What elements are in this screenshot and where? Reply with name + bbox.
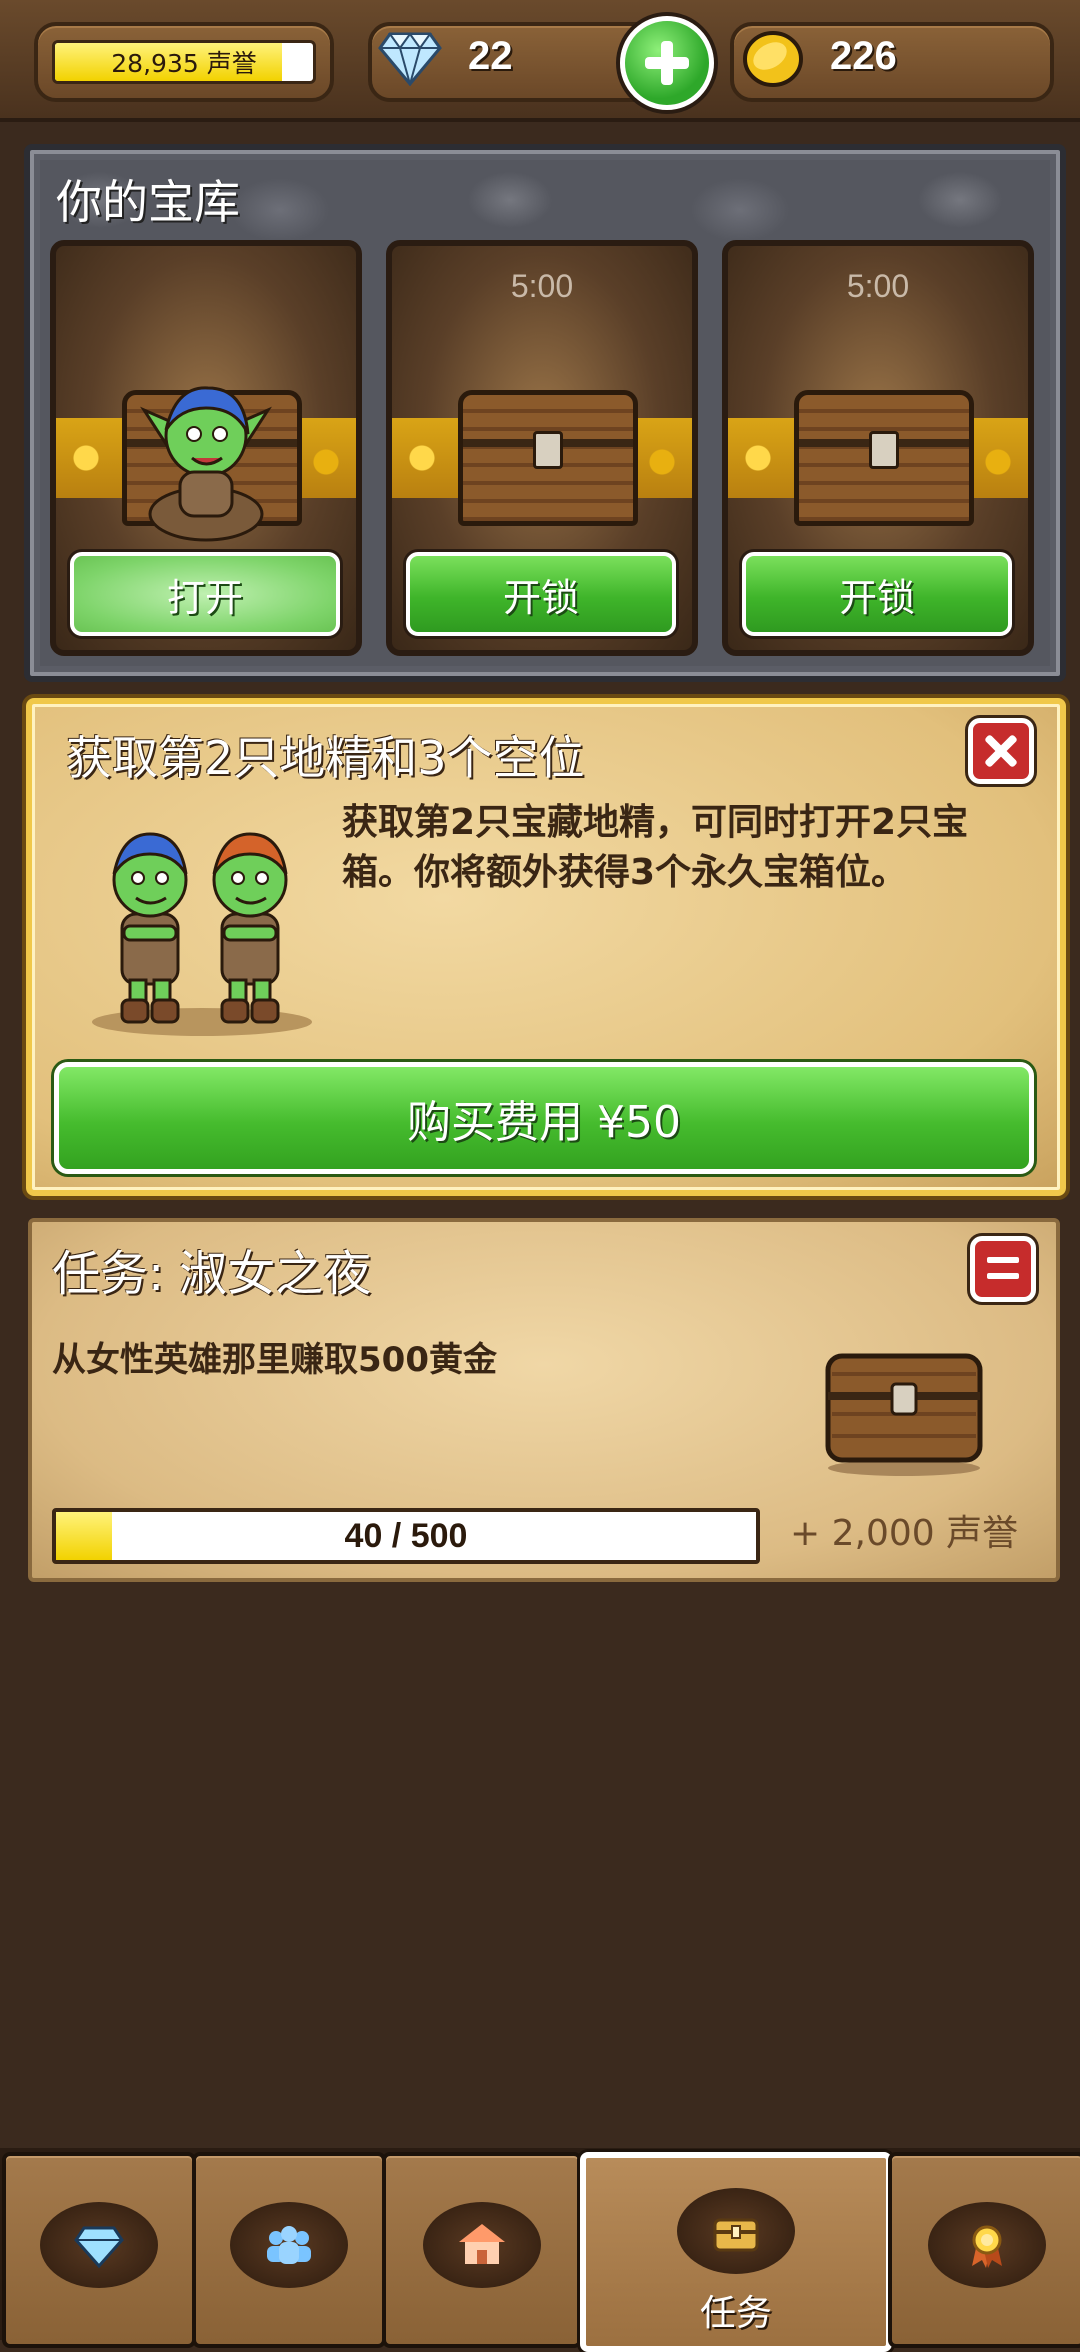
add-gems-button[interactable] bbox=[620, 16, 714, 110]
gold-count: 226 bbox=[830, 34, 897, 78]
offer-description: 获取第2只宝藏地精，可同时打开2只宝箱。你将额外获得3个永久宝箱位。 bbox=[342, 802, 969, 893]
chest-icon bbox=[713, 2218, 759, 2252]
reputation-bar: 28,935 声誉 bbox=[52, 40, 316, 84]
slot-timer: 5:00 bbox=[510, 268, 574, 304]
vault-slot[interactable]: 5:00 开锁 bbox=[386, 240, 698, 656]
quest-title: 任务: 淑女之夜 bbox=[52, 1246, 372, 1302]
quest-description: 从女性英雄那里赚取500黄金 bbox=[52, 1340, 497, 1380]
gold-pill: 226 bbox=[730, 22, 1054, 102]
offer-title: 获取第2只地精和3个空位 bbox=[66, 731, 585, 785]
diamond-icon bbox=[74, 2226, 124, 2269]
buy-button[interactable]: 购买费用 ¥50 bbox=[54, 1062, 1034, 1174]
tab-buildings[interactable] bbox=[382, 2152, 582, 2348]
unlock-button[interactable]: 开锁 bbox=[742, 552, 1012, 636]
buildings-icon bbox=[459, 2224, 505, 2264]
slot-timer: 5:00 bbox=[846, 268, 910, 304]
reward-chest-icon bbox=[825, 1353, 983, 1476]
tab-quests[interactable]: 任务 bbox=[580, 2152, 892, 2352]
vault-panel: 你的宝库 打开 5:00 开锁 5:00 开锁 bbox=[24, 144, 1066, 682]
heroes-icon bbox=[267, 2226, 311, 2264]
quest-progress-text: 40 / 500 bbox=[344, 1516, 468, 1555]
vault-slot[interactable]: 打开 bbox=[50, 240, 362, 656]
unlock-button[interactable]: 开锁 bbox=[406, 552, 676, 636]
vault-title: 你的宝库 bbox=[56, 175, 240, 229]
goblin-icon bbox=[140, 386, 272, 542]
gold-coin-icon bbox=[743, 31, 803, 87]
tab-diamond[interactable] bbox=[2, 2152, 196, 2348]
reputation-pill: 28,935 声誉 bbox=[34, 22, 334, 102]
close-button[interactable] bbox=[968, 718, 1034, 784]
gems-count: 22 bbox=[468, 34, 513, 78]
reputation-value: 28,935 声誉 bbox=[111, 49, 257, 78]
goblin-offer-panel: 获取第2只地精和3个空位 获取第2只宝藏地精，可同时打开2只宝箱。你将额外获得3… bbox=[26, 698, 1066, 1196]
tab-achievements[interactable] bbox=[888, 2152, 1080, 2348]
swap-quest-button[interactable] bbox=[970, 1236, 1036, 1302]
medal-icon bbox=[972, 2225, 1002, 2268]
open-button[interactable]: 打开 bbox=[70, 552, 340, 636]
chest-icon bbox=[794, 390, 974, 526]
two-goblins-icon bbox=[92, 832, 312, 1036]
quest-progress-bar: 40 / 500 bbox=[52, 1508, 760, 1564]
tab-label: 任务 bbox=[699, 2293, 772, 2334]
diamond-icon bbox=[378, 32, 442, 86]
reward-text: + 2,000 声誉 bbox=[790, 1513, 1019, 1554]
vault-slot[interactable]: 5:00 开锁 bbox=[722, 240, 1034, 656]
chest-icon bbox=[458, 390, 638, 526]
tab-heroes[interactable] bbox=[192, 2152, 386, 2348]
quest-panel: 任务: 淑女之夜 从女性英雄那里赚取500黄金 40 / 500 + 2,000… bbox=[28, 1218, 1060, 1582]
status-bar: 28,935 声誉 22 226 bbox=[0, 0, 1080, 122]
